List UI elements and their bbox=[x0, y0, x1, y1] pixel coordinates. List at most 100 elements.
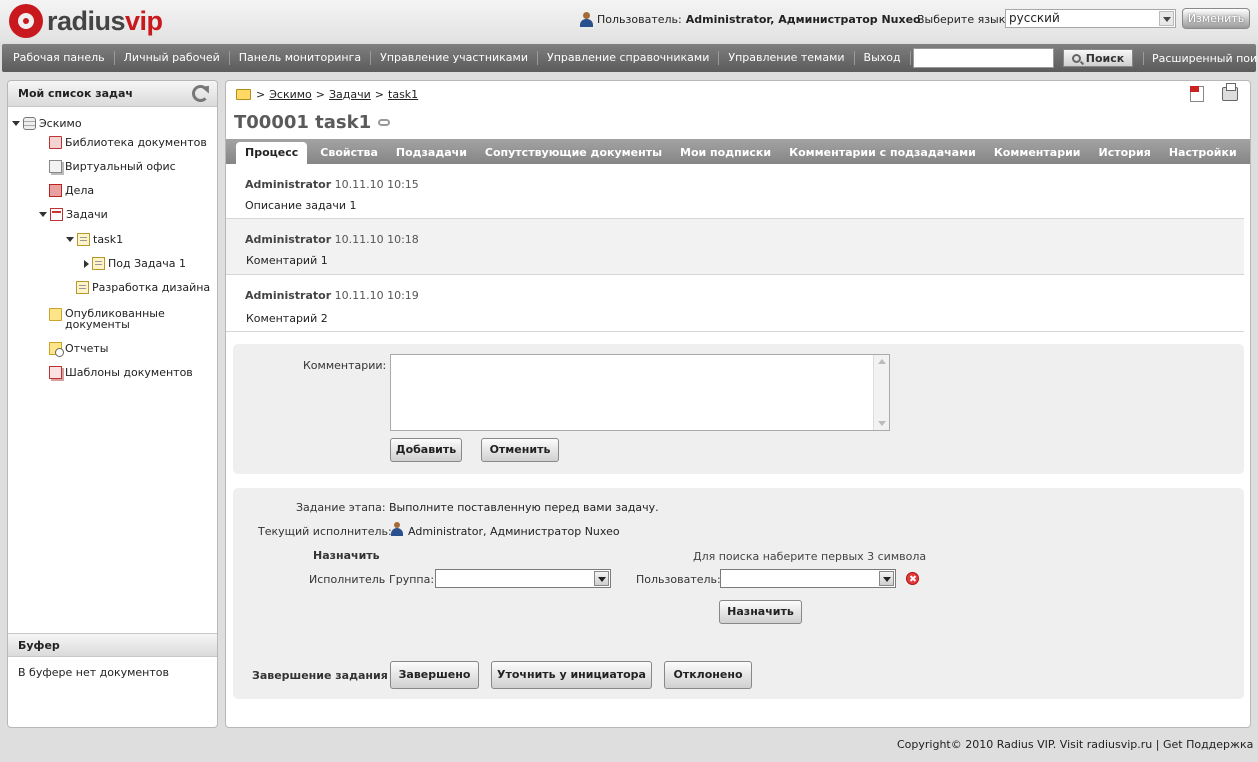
user-name: Administrator, Администратор Nuxeo bbox=[685, 13, 921, 26]
tree-item-document-templates[interactable]: Шаблоны документов bbox=[49, 366, 193, 379]
tree-item-label: Дела bbox=[65, 184, 95, 197]
permalink-icon[interactable] bbox=[378, 119, 391, 126]
expand-down-icon[interactable] bbox=[12, 121, 20, 126]
tab-history[interactable]: История bbox=[1090, 142, 1160, 164]
current-user-info: Пользователь: Administrator, Администрат… bbox=[580, 12, 921, 27]
task-detail-panel: > Эскимо > Задачи > task1 T00001 task1 П… bbox=[225, 80, 1251, 728]
pdf-export-icon[interactable] bbox=[1190, 86, 1204, 102]
tab-settings[interactable]: Настройки bbox=[1160, 142, 1246, 164]
tree-item-eskimo[interactable]: Эскимо bbox=[12, 117, 82, 130]
nav-item-directories[interactable]: Управление справочниками bbox=[538, 51, 720, 65]
user-label: Пользователь: bbox=[597, 13, 682, 26]
search-input[interactable] bbox=[913, 48, 1054, 68]
tree-item-cases[interactable]: Дела bbox=[49, 184, 94, 197]
comment-label: Комментарии: bbox=[303, 359, 387, 372]
clear-user-icon[interactable] bbox=[906, 572, 919, 585]
entry-text: Описание задачи 1 bbox=[245, 199, 357, 212]
group-label: Группа: bbox=[389, 573, 435, 586]
task-list-header: Мой список задач bbox=[8, 81, 217, 107]
completion-label: Завершение задания bbox=[252, 669, 388, 682]
tree-item-published-documents[interactable]: Опубликованные документы bbox=[49, 308, 175, 330]
comment-textarea[interactable] bbox=[390, 354, 890, 431]
advanced-search-link[interactable]: Расширенный поиск bbox=[1143, 52, 1258, 65]
tree-item-tasks[interactable]: Задачи bbox=[39, 208, 108, 221]
library-icon bbox=[49, 136, 62, 149]
tree-item-design-development[interactable]: Разработка дизайна bbox=[76, 281, 210, 294]
entry-text: Коментарий 1 bbox=[246, 254, 328, 267]
tree-item-label: Разработка дизайна bbox=[92, 281, 211, 294]
group-select[interactable] bbox=[435, 569, 611, 588]
entry-date: 10.11.10 10:18 bbox=[334, 233, 419, 246]
language-label: Выберите язык: bbox=[917, 13, 1010, 26]
tree-item-task1[interactable]: task1 bbox=[66, 233, 123, 246]
breadcrumb-separator: > bbox=[374, 88, 385, 101]
tree-item-subtask1[interactable]: Под Задача 1 bbox=[84, 257, 186, 270]
task-tree: Эскимо Библиотека документов Виртуальный… bbox=[8, 107, 217, 627]
logo-text-part1: radius bbox=[47, 5, 126, 36]
search-icon bbox=[1071, 53, 1081, 63]
breadcrumb-task1[interactable]: task1 bbox=[388, 88, 418, 101]
logo-mark-icon bbox=[9, 4, 43, 38]
tab-comments-with-subtasks[interactable]: Комментарии с подзадачами bbox=[780, 142, 985, 164]
header: radiusvip Пользователь: Administrator, А… bbox=[0, 0, 1258, 42]
tree-item-label: Библиотека документов bbox=[65, 136, 207, 149]
entry-text: Коментарий 2 bbox=[246, 312, 328, 325]
tree-item-label: task1 bbox=[93, 233, 124, 246]
expand-right-icon[interactable] bbox=[84, 259, 89, 268]
change-language-button[interactable]: Изменить bbox=[1182, 8, 1250, 29]
complete-button[interactable]: Завершено bbox=[390, 661, 479, 689]
search-button[interactable]: Поиск bbox=[1063, 49, 1133, 67]
entry-date: 10.11.10 10:15 bbox=[334, 178, 419, 191]
nav-item-themes[interactable]: Управление темами bbox=[719, 51, 855, 65]
footer: Copyright© 2010 Radius VIP. Visit radius… bbox=[897, 738, 1254, 751]
radiusvip-logo[interactable]: radiusvip bbox=[9, 4, 163, 38]
breadcrumb-separator: > bbox=[256, 88, 266, 101]
refresh-icon[interactable] bbox=[192, 85, 209, 102]
buffer-empty-text: В буфере нет документов bbox=[18, 666, 169, 679]
nav-item-monitoring[interactable]: Панель мониторинга bbox=[230, 51, 372, 65]
tab-process[interactable]: Процесс bbox=[236, 142, 308, 164]
tree-item-label: Под Задача 1 bbox=[108, 257, 186, 270]
tree-item-reports[interactable]: Отчеты bbox=[49, 342, 108, 357]
list-item: Administrator 10.11.10 10:15 Описание за… bbox=[226, 164, 1244, 219]
tab-my-subscriptions[interactable]: Мои подписки bbox=[671, 142, 780, 164]
reject-button[interactable]: Отклонено bbox=[664, 661, 752, 689]
task-title-text: T00001 task1 bbox=[234, 112, 372, 133]
nav-item-personal-workspace[interactable]: Личный рабочей bbox=[115, 51, 230, 65]
print-icon[interactable] bbox=[1222, 83, 1238, 101]
tree-item-label: Опубликованные документы bbox=[65, 307, 165, 331]
task-tabs: Процесс Свойства Подзадачи Сопутствующие… bbox=[226, 139, 1250, 164]
entry-author: Administrator bbox=[245, 178, 332, 191]
tab-comments[interactable]: Комментарии bbox=[985, 142, 1090, 164]
assign-button[interactable]: Назначить bbox=[719, 600, 802, 624]
tab-related-documents[interactable]: Сопутствующие документы bbox=[476, 142, 671, 164]
expand-down-icon[interactable] bbox=[39, 212, 47, 217]
nav-item-logout[interactable]: Выход bbox=[855, 51, 911, 65]
breadcrumb-tasks[interactable]: Задачи bbox=[329, 88, 371, 101]
comment-form: Комментарии: Добавить Отменить bbox=[233, 344, 1244, 474]
language-select[interactable]: русский bbox=[1005, 9, 1176, 28]
chevron-down-icon bbox=[594, 571, 609, 586]
nav-item-dashboard[interactable]: Рабочая панель bbox=[2, 51, 115, 65]
tasks-icon bbox=[50, 208, 63, 221]
cases-icon bbox=[49, 184, 62, 197]
user-select[interactable] bbox=[720, 569, 896, 588]
tab-subtasks[interactable]: Подзадачи bbox=[387, 142, 476, 164]
tree-item-virtual-office[interactable]: Виртуальный офис bbox=[49, 160, 176, 173]
tree-item-document-library[interactable]: Библиотека документов bbox=[49, 136, 207, 149]
tree-item-label: Шаблоны документов bbox=[65, 366, 193, 379]
entry-header: Administrator 10.11.10 10:18 bbox=[245, 233, 419, 246]
logo-text-part2: vip bbox=[125, 5, 163, 36]
clarify-with-initiator-button[interactable]: Уточнить у инициатора bbox=[491, 661, 652, 689]
logo-text: radiusvip bbox=[47, 6, 163, 37]
tab-properties[interactable]: Свойства bbox=[311, 142, 387, 164]
assign-heading: Назначить bbox=[313, 549, 380, 562]
database-icon bbox=[23, 117, 36, 130]
cancel-comment-button[interactable]: Отменить bbox=[481, 438, 559, 462]
textarea-scrollbar[interactable] bbox=[873, 355, 889, 430]
current-assignee-value: Administrator, Администратор Nuxeo bbox=[408, 525, 620, 538]
add-comment-button[interactable]: Добавить bbox=[390, 438, 462, 462]
nav-item-members[interactable]: Управление участниками bbox=[371, 51, 538, 65]
expand-down-icon[interactable] bbox=[66, 237, 74, 242]
breadcrumb-eskimo[interactable]: Эскимо bbox=[269, 88, 312, 101]
